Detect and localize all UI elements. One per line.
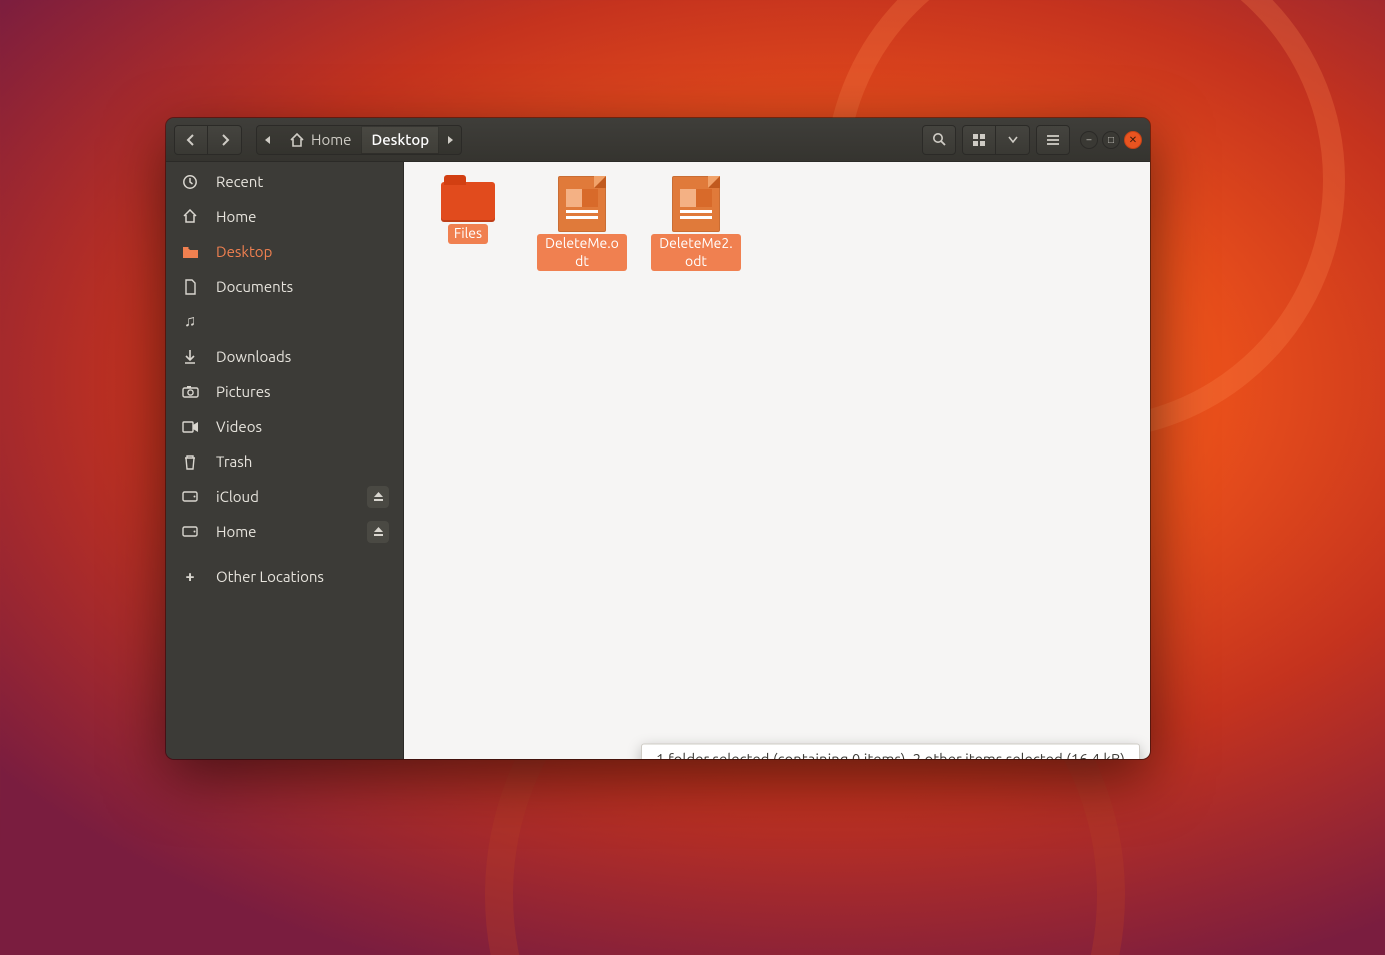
file-label: Files <box>448 224 488 244</box>
camera-icon <box>180 385 200 398</box>
sidebar-item-icloud[interactable]: iCloud <box>166 479 403 514</box>
eject-icon <box>373 526 384 537</box>
selection-status: 1 folder selected (containing 0 items), … <box>641 744 1140 760</box>
chevron-down-icon <box>1008 136 1018 144</box>
triangle-left-icon <box>264 135 272 145</box>
breadcrumb-home[interactable]: Home <box>279 126 361 154</box>
home-icon <box>180 209 200 224</box>
triangle-right-icon <box>446 135 454 145</box>
minimize-icon: – <box>1087 134 1092 145</box>
folder-icon <box>441 182 495 222</box>
minimize-button[interactable]: – <box>1080 131 1098 149</box>
path-next-button[interactable] <box>439 135 461 145</box>
titlebar: Home Desktop <box>166 118 1150 162</box>
forward-button[interactable] <box>208 125 242 155</box>
file-item-document[interactable]: DeleteMe2.odt <box>650 172 742 271</box>
file-label: DeleteMe.odt <box>537 234 627 271</box>
file-manager-window: Home Desktop <box>166 118 1150 759</box>
icon-grid: Files DeleteMe.odt DeleteMe2.odt <box>404 162 1150 759</box>
sidebar-item-home[interactable]: Home <box>166 199 403 234</box>
sidebar-item-label: Pictures <box>216 383 271 400</box>
clock-icon <box>180 174 200 190</box>
home-icon <box>289 133 305 147</box>
sidebar-item-label: Downloads <box>216 348 291 365</box>
grid-icon <box>972 133 986 147</box>
document-icon <box>180 279 200 295</box>
view-dropdown-button[interactable] <box>996 125 1030 155</box>
nav-buttons <box>174 125 242 155</box>
eject-button[interactable] <box>367 486 389 508</box>
file-item-document[interactable]: DeleteMe.odt <box>536 172 628 271</box>
sidebar-item-music[interactable]: ♫ Music <box>166 304 403 339</box>
sidebar-item-label: Home <box>216 208 256 225</box>
chevron-right-icon <box>220 134 230 146</box>
back-button[interactable] <box>174 125 208 155</box>
sidebar-item-pictures[interactable]: Pictures <box>166 374 403 409</box>
places-sidebar: Recent Home Desktop Documents <box>166 162 404 759</box>
view-grid-button[interactable] <box>962 125 996 155</box>
document-icon <box>672 176 720 232</box>
folder-icon <box>180 245 200 259</box>
menu-icon <box>1046 134 1060 146</box>
close-icon: ✕ <box>1129 134 1137 146</box>
path-bar: Home Desktop <box>256 125 462 155</box>
trash-icon <box>180 454 200 470</box>
plus-icon: + <box>180 568 200 586</box>
sidebar-item-label: Documents <box>216 278 293 295</box>
sidebar-item-label: Other Locations <box>216 568 324 585</box>
maximize-icon: □ <box>1108 134 1114 146</box>
close-button[interactable]: ✕ <box>1124 131 1142 149</box>
sidebar-item-desktop[interactable]: Desktop <box>166 234 403 269</box>
file-label: DeleteMe2.odt <box>651 234 741 271</box>
content-pane[interactable]: Files DeleteMe.odt DeleteMe2.odt 1 fold <box>404 162 1150 759</box>
breadcrumb-current[interactable]: Desktop <box>361 126 439 154</box>
sidebar-item-downloads[interactable]: Downloads <box>166 339 403 374</box>
sidebar-item-recent[interactable]: Recent <box>166 164 403 199</box>
eject-icon <box>373 491 384 502</box>
breadcrumb-label: Home <box>311 131 351 148</box>
path-prev-button[interactable] <box>257 135 279 145</box>
drive-icon <box>180 526 200 537</box>
drive-icon <box>180 491 200 502</box>
music-icon: ♫ <box>180 312 200 331</box>
document-icon <box>558 176 606 232</box>
sidebar-item-label: Desktop <box>216 243 272 260</box>
sidebar-item-label: Videos <box>216 418 262 435</box>
search-button[interactable] <box>922 125 956 155</box>
sidebar-item-label: iCloud <box>216 488 259 505</box>
video-icon <box>180 421 200 433</box>
window-controls: – □ ✕ <box>1080 131 1142 149</box>
status-text: 1 folder selected (containing 0 items), … <box>641 744 1140 760</box>
sidebar-item-label: Recent <box>216 173 263 190</box>
hamburger-menu-button[interactable] <box>1036 125 1070 155</box>
toolbar-right: – □ ✕ <box>922 125 1142 155</box>
window-body: Recent Home Desktop Documents <box>166 162 1150 759</box>
sidebar-item-label: Home <box>216 523 256 540</box>
sidebar-item-home-drive[interactable]: Home <box>166 514 403 549</box>
sidebar-item-videos[interactable]: Videos <box>166 409 403 444</box>
chevron-left-icon <box>186 134 196 146</box>
maximize-button[interactable]: □ <box>1102 131 1120 149</box>
file-item-folder[interactable]: Files <box>422 172 514 244</box>
breadcrumb-label: Desktop <box>371 131 429 148</box>
search-icon <box>932 132 947 147</box>
sidebar-item-label: Trash <box>216 453 252 470</box>
sidebar-item-trash[interactable]: Trash <box>166 444 403 479</box>
download-icon <box>180 349 200 365</box>
sidebar-item-documents[interactable]: Documents <box>166 269 403 304</box>
sidebar-item-other-locations[interactable]: + Other Locations <box>166 559 403 594</box>
eject-button[interactable] <box>367 521 389 543</box>
